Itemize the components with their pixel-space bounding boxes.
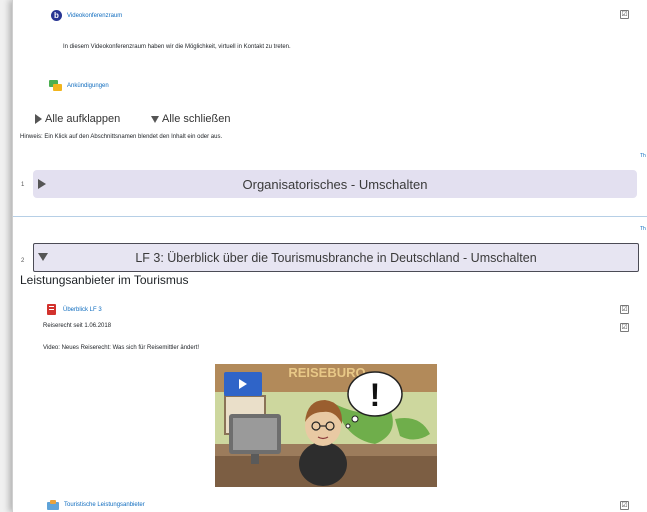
video-caption: Video: Neues Reiserecht: Was sich für Re…	[43, 345, 200, 351]
section-number: 1	[21, 182, 25, 188]
toggle-hint: Hinweis: Ein Klick auf den Abschnittsnam…	[20, 134, 223, 140]
section-2-header[interactable]: LF 3: Überblick über die Tourismusbranch…	[33, 243, 639, 272]
tourist-providers-activity[interactable]: Touristische Leistungsanbieter	[47, 500, 145, 510]
course-page: b Videokonferenzraum ☑ In diesem Videoko…	[12, 0, 647, 512]
edge-text-b: Th	[640, 226, 646, 232]
forum-icon	[49, 80, 62, 91]
announcements-activity[interactable]: Ankündigungen	[49, 80, 109, 91]
expand-all-control[interactable]: Alle aufklappen	[35, 113, 120, 125]
completion-checkbox[interactable]: ☑	[620, 305, 629, 314]
overview-link[interactable]: Überblick LF 3	[63, 307, 102, 313]
section-1-header[interactable]: Organisatorisches - Umschalten	[33, 170, 637, 198]
section-1-title[interactable]: Organisatorisches - Umschalten	[33, 177, 637, 192]
announcements-link[interactable]: Ankündigungen	[67, 83, 109, 89]
completion-checkbox[interactable]: ☑	[620, 10, 629, 19]
bigbluebutton-icon: b	[51, 10, 62, 21]
video-conference-link[interactable]: Videokonferenzraum	[67, 13, 122, 19]
video-sign-text: REISEBURO	[288, 365, 365, 380]
video-conference-description: In diesem Videokonferenzraum haben wir d…	[63, 44, 291, 50]
speech-bubble-text: !	[370, 377, 381, 413]
play-icon	[239, 379, 247, 389]
edge-text-a: Th	[640, 153, 646, 159]
tourist-providers-link[interactable]: Touristische Leistungsanbieter	[64, 502, 145, 508]
section-2-subtitle: Leistungsanbieter im Tourismus	[20, 273, 189, 287]
travel-law-label: Reiserecht seit 1.06.2018	[43, 323, 112, 329]
video-conference-activity[interactable]: b Videokonferenzraum	[51, 10, 122, 21]
overview-activity[interactable]: Überblick LF 3	[47, 304, 102, 315]
expand-icon	[35, 114, 42, 124]
section-2-title[interactable]: LF 3: Überblick über die Tourismusbranch…	[34, 251, 638, 265]
collapse-all-control[interactable]: Alle schließen	[151, 113, 230, 125]
section-divider	[13, 216, 647, 217]
collapse-all-label[interactable]: Alle schließen	[162, 113, 230, 125]
pdf-icon	[47, 304, 56, 315]
expand-all-label[interactable]: Alle aufklappen	[45, 113, 120, 125]
collapse-icon	[151, 115, 159, 123]
video-thumbnail[interactable]: REISEBURO !	[215, 364, 437, 487]
completion-checkbox[interactable]: ☑	[620, 501, 629, 510]
completion-checkbox[interactable]: ☑	[620, 323, 629, 332]
section-number: 2	[21, 258, 25, 264]
play-button[interactable]	[224, 372, 262, 396]
folder-icon	[47, 500, 59, 510]
